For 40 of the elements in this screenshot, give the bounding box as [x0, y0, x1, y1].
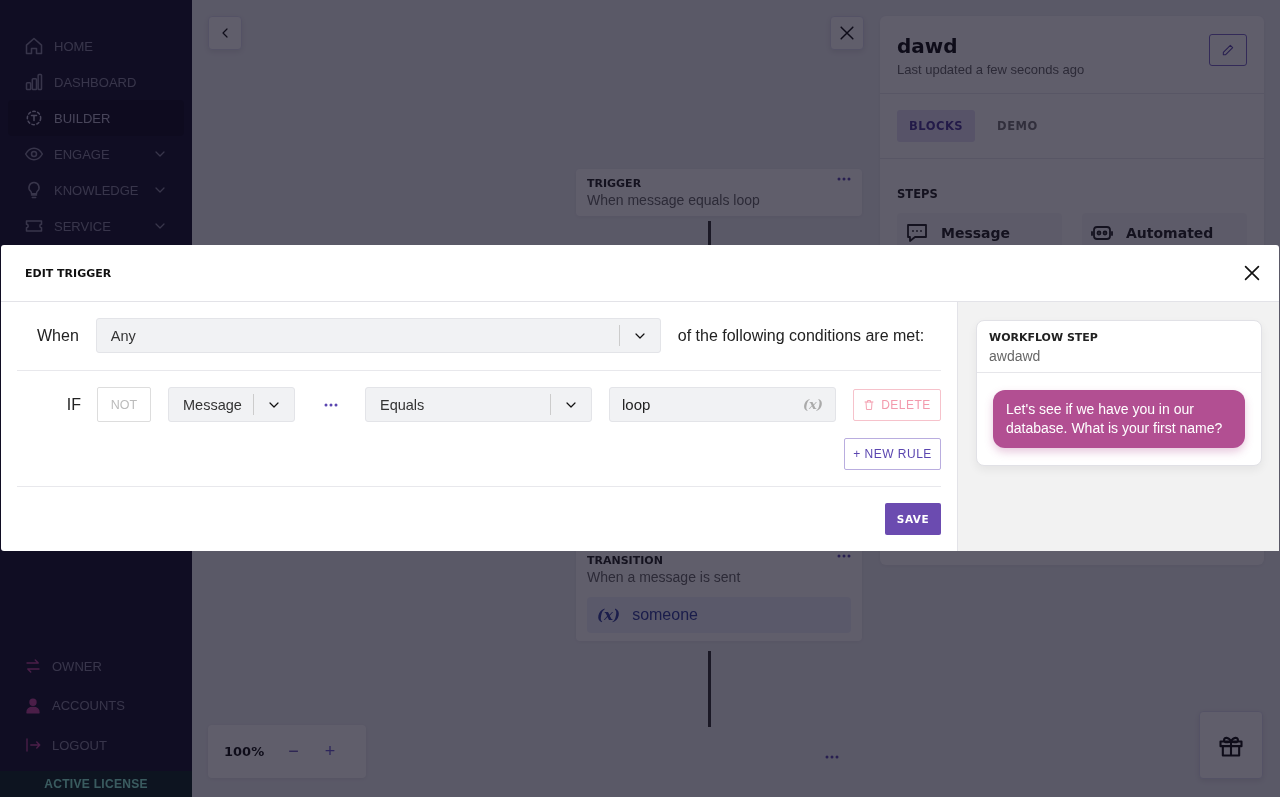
conditions-text: of the following conditions are met: — [677, 326, 925, 345]
operator-select[interactable]: Equals — [365, 387, 592, 422]
zoom-level: 100% — [224, 744, 265, 759]
node-title: TRIGGER — [587, 177, 643, 190]
gift-button[interactable] — [1199, 711, 1263, 779]
if-label: IF — [65, 395, 81, 414]
save-button[interactable]: SAVE — [885, 503, 941, 535]
home-icon — [24, 36, 44, 56]
bar-chart-icon — [24, 72, 44, 92]
delete-button[interactable]: DELETE — [853, 388, 941, 421]
dialog-title: EDIT TRIGGER — [25, 266, 112, 280]
edit-button[interactable] — [1209, 34, 1247, 66]
trash-icon — [863, 398, 876, 411]
section-heading: STEPS — [896, 186, 939, 203]
back-button[interactable] — [208, 16, 242, 50]
logout-icon — [24, 736, 42, 755]
when-label: When — [37, 326, 79, 345]
variable-chip: (x) someone — [587, 597, 851, 633]
value-field[interactable]: loop (x) — [609, 387, 836, 422]
step-name: awdawd — [989, 348, 1042, 364]
card-title: WORKFLOW STEP — [989, 331, 1099, 344]
chat-bubble-icon — [905, 221, 929, 245]
variable-icon[interactable]: (x) — [802, 397, 823, 412]
more-icon[interactable] — [324, 402, 338, 407]
zoom-out-button[interactable]: − — [286, 741, 301, 762]
panel-title: dawd — [897, 34, 959, 58]
field-select[interactable]: Message — [168, 387, 295, 422]
new-rule-button[interactable]: + NEW RULE — [844, 438, 941, 470]
edit-icon — [1221, 43, 1235, 57]
match-select[interactable]: Any — [95, 318, 661, 353]
swap-arrows-icon — [24, 657, 42, 676]
panel-tab[interactable]: BLOCKS — [897, 110, 976, 142]
eye-icon — [24, 144, 44, 164]
dashed-circle-icon — [24, 108, 44, 128]
license-status: ACTIVE LICENSE — [0, 771, 192, 797]
person-icon — [24, 696, 42, 715]
not-toggle[interactable]: NOT — [97, 387, 151, 422]
chat-message: Let's see if we have you in our database. What is your first name? — [993, 390, 1245, 448]
node-title: TRANSITION — [587, 554, 664, 567]
zoom-in-button[interactable]: + — [322, 741, 338, 762]
